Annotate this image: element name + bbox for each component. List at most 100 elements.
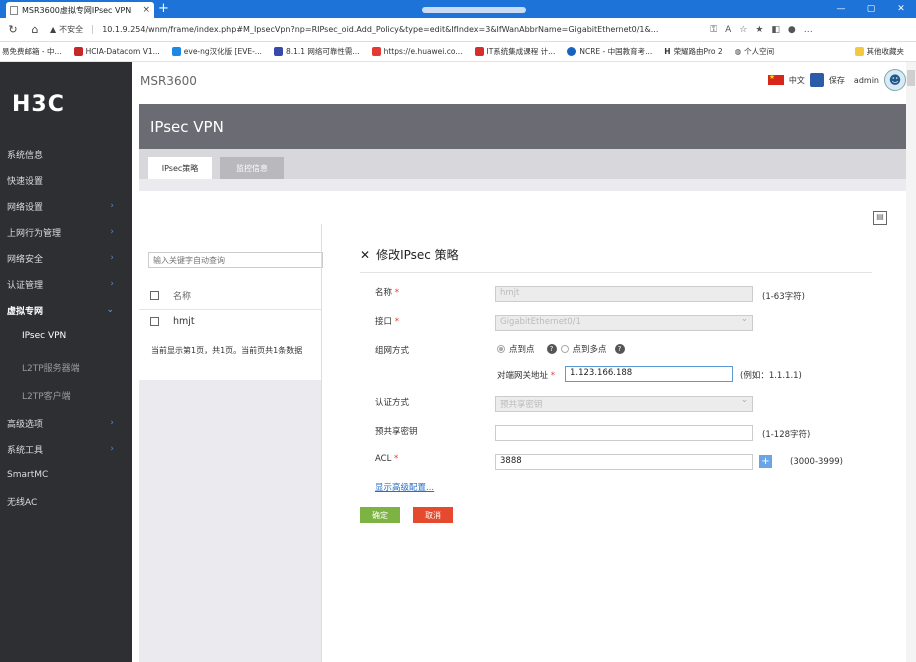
address-bar: ↻ ⌂ ▲ 不安全 | 10.1.9.254/wnm/frame/index.ph… [0, 18, 916, 42]
sidebar-item-auth[interactable]: 认证管理 › [0, 271, 132, 297]
bookmark-icon [171, 47, 181, 56]
required-mark: * [394, 454, 399, 464]
security-label: 不安全 [59, 25, 84, 34]
peer-gateway-label: 对端网关地址 * [497, 371, 555, 381]
sidebar-item-smartmc[interactable]: SmartMC [0, 462, 132, 488]
sidebar-item-vpn[interactable]: 虚拟专网 ⌄ [0, 297, 132, 323]
psk-label: 预共享密钥 [375, 427, 418, 437]
home-icon[interactable]: ⌂ [28, 23, 42, 36]
tab-title: MSR3600虚拟专网IPsec VPN [22, 5, 132, 15]
bookmark-item[interactable]: eve-ng汉化版 [EVE-... [171, 46, 262, 57]
page-header [139, 104, 906, 149]
page-scrollbar[interactable] [906, 62, 916, 662]
browser-tab[interactable]: MSR3600虚拟专网IPsec VPN × [6, 2, 154, 18]
row-name: hmjt [173, 316, 195, 327]
sidebar-item-quick-setup[interactable]: 快速设置 [0, 167, 132, 193]
url-field[interactable]: 10.1.9.254/wnm/frame/index.php#M_IpsecVp… [102, 25, 702, 34]
sidebar-item-system-info[interactable]: 系统信息 [0, 141, 132, 167]
acl-hint: (3000-3999) [790, 457, 843, 467]
refresh-icon[interactable]: ↻ [6, 23, 20, 36]
bookmark-icon [273, 47, 283, 56]
sidebar-item-security[interactable]: 网络安全 › [0, 245, 132, 271]
save-icon[interactable] [809, 73, 824, 87]
tab-ipsec-policy[interactable]: IPsec策略 [148, 157, 212, 179]
acl-label: ACL * [375, 454, 399, 464]
bookmark-item[interactable]: 8.1.1 网络可靠性需... [273, 46, 360, 57]
name-input[interactable]: hmjt [495, 286, 753, 302]
sidebar-item-behavior[interactable]: 上网行为管理 › [0, 219, 132, 245]
sidebar-item-network[interactable]: 网络设置 › [0, 193, 132, 219]
close-icon[interactable]: ✕ [360, 248, 370, 262]
language-label[interactable]: 中文 [789, 75, 805, 86]
psk-hint: (1-128字符) [762, 430, 811, 440]
sidebar-item-advanced[interactable]: 高级选项 › [0, 410, 132, 436]
p2mp-radio[interactable] [560, 345, 569, 353]
bookmark-item[interactable]: 易免费邮箱 - 中... [2, 46, 62, 57]
help-icon[interactable]: ? [546, 344, 557, 354]
auth-select[interactable]: 预共享密钥 [495, 395, 753, 412]
sidebar-item-wireless-ac[interactable]: 无线AC [0, 488, 132, 514]
sidebar-item-ipsec-vpn[interactable]: IPsec VPN [0, 323, 132, 349]
warning-icon: ▲ [50, 25, 57, 34]
window-close-button[interactable]: ✕ [886, 0, 916, 18]
new-tab-button[interactable]: + [158, 1, 169, 16]
select-all-checkbox[interactable] [150, 291, 159, 300]
cancel-button[interactable]: 取消 [413, 507, 453, 523]
table-row[interactable]: hmjt [150, 316, 195, 327]
h3c-logo: H3C [12, 92, 65, 117]
bookmark-icon: H [664, 47, 671, 56]
required-mark: * [394, 317, 399, 327]
device-model: MSR3600 [140, 74, 197, 88]
peer-gateway-input[interactable]: 1.123.166.188 [565, 366, 733, 382]
chevron-right-icon: › [110, 227, 114, 237]
interface-select[interactable]: GigabitEthernet0/1 [495, 314, 753, 331]
username[interactable]: admin [854, 76, 879, 85]
show-advanced-link[interactable]: 显示高级配置... [375, 481, 434, 493]
row-checkbox[interactable] [150, 317, 159, 326]
list-header: 名称 [150, 289, 191, 302]
minimize-button[interactable]: — [826, 0, 856, 18]
save-label[interactable]: 保存 [829, 75, 845, 86]
sidebar-item-tools[interactable]: 系统工具 › [0, 436, 132, 462]
scrollbar-thumb[interactable] [907, 70, 915, 86]
search-input[interactable] [148, 252, 323, 268]
tab-monitor[interactable]: 监控信息 [220, 157, 284, 179]
bookmark-icon [567, 47, 577, 56]
divider [139, 309, 321, 310]
mode-radio-group: 点到点 ? 点到多点 ? [497, 343, 625, 355]
acl-input[interactable]: 3888 [495, 454, 753, 470]
key-icon[interactable]: ⚿ [710, 25, 717, 35]
psk-input[interactable] [495, 425, 753, 441]
bookmark-item[interactable]: https://e.huawei.co... [371, 47, 463, 56]
add-acl-icon[interactable]: + [759, 455, 772, 468]
security-indicator[interactable]: ▲ 不安全 [50, 24, 83, 35]
bookmark-item[interactable]: NCRE - 中国教育考... [567, 46, 652, 57]
bookmark-item[interactable]: ◍ 个人空间 [735, 46, 775, 57]
chevron-down-icon: ⌄ [106, 305, 114, 315]
more-icon[interactable]: … [804, 25, 813, 35]
sidebar-item-l2tp-client[interactable]: L2TP客户端 [0, 382, 132, 408]
extension-icon[interactable]: ◧ [771, 25, 780, 35]
bookmark-item[interactable]: IT系统集成课程 计... [474, 46, 555, 57]
read-aloud-icon[interactable]: A [725, 25, 731, 35]
maximize-button[interactable]: ▢ [856, 0, 886, 18]
page-icon [10, 5, 18, 15]
china-flag-icon[interactable] [767, 73, 784, 85]
avatar[interactable]: ☻ [884, 69, 906, 91]
p2p-radio[interactable] [497, 345, 505, 353]
print-icon[interactable]: ▤ [873, 211, 887, 225]
tab-drag-bar [422, 7, 526, 13]
interface-label: 接口 * [375, 317, 399, 327]
tab-close-icon[interactable]: × [142, 5, 150, 15]
bookmark-item[interactable]: HCIA-Datacom V1... [73, 47, 160, 56]
bookmark-item[interactable]: H 荣耀路由Pro 2 [664, 46, 722, 57]
sidebar-item-l2tp-server[interactable]: L2TP服务器端 [0, 354, 132, 380]
profile-icon[interactable]: ● [788, 25, 796, 35]
column-name-header: 名称 [173, 292, 192, 302]
favorites-icon[interactable]: ★ [755, 25, 763, 35]
favorite-icon[interactable]: ☆ [739, 25, 747, 35]
help-icon[interactable]: ? [614, 344, 625, 354]
page-title: IPsec VPN [150, 118, 224, 136]
other-bookmarks[interactable]: 其他收藏夹 [854, 46, 915, 57]
ok-button[interactable]: 确定 [360, 507, 400, 523]
